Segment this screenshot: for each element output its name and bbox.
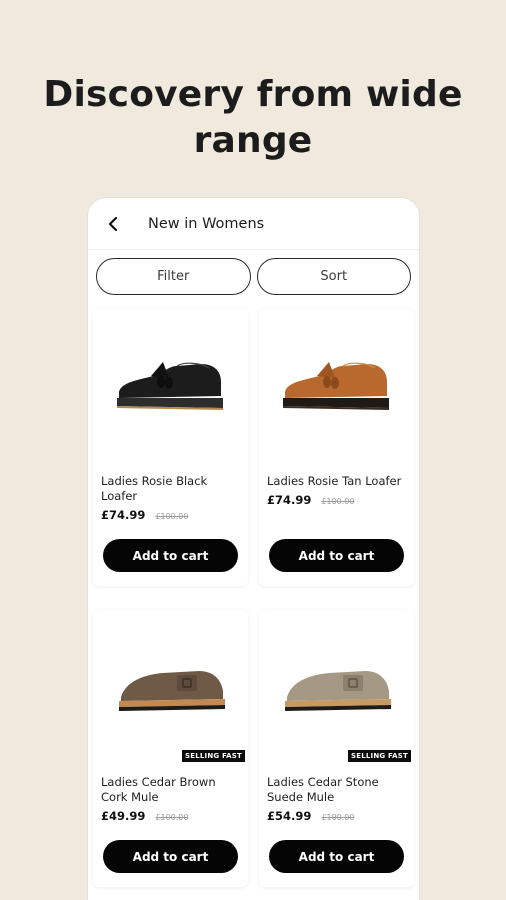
selling-fast-badge: SELLING FAST	[347, 750, 411, 762]
add-to-cart-button[interactable]: Add to cart	[269, 840, 404, 873]
product-price: £54.99	[267, 809, 312, 823]
price-row: £54.99 £100.00	[267, 809, 414, 823]
original-price: £100.00	[321, 813, 355, 822]
product-name[interactable]: Ladies Cedar Brown Cork Mule	[101, 775, 239, 805]
loafer-icon	[116, 361, 223, 410]
product-name[interactable]: Ladies Rosie Tan Loafer	[267, 474, 405, 489]
original-price: £100.00	[321, 497, 355, 506]
sort-button[interactable]: Sort	[256, 258, 411, 295]
chevron-left-icon[interactable]	[102, 213, 124, 235]
product-grid: Ladies Rosie Black Loafer £74.99 £100.00…	[88, 295, 419, 887]
product-image[interactable]	[259, 309, 414, 464]
app-header: New in Womens	[88, 198, 419, 250]
original-price: £100.00	[155, 512, 189, 521]
product-price: £49.99	[101, 809, 146, 823]
price-row: £74.99 £100.00	[101, 508, 248, 522]
price-row: £74.99 £100.00	[267, 493, 414, 507]
product-price: £74.99	[101, 508, 146, 522]
product-card[interactable]: Ladies Rosie Black Loafer £74.99 £100.00…	[93, 309, 248, 586]
filter-button[interactable]: Filter	[96, 258, 251, 295]
product-card[interactable]: SELLING FAST Ladies Cedar Brown Cork Mul…	[93, 610, 248, 887]
product-card[interactable]: SELLING FAST Ladies Cedar Stone Suede Mu…	[259, 610, 414, 887]
selling-fast-badge: SELLING FAST	[181, 750, 245, 762]
product-image[interactable]: SELLING FAST	[259, 610, 414, 765]
product-name[interactable]: Ladies Cedar Stone Suede Mule	[267, 775, 405, 805]
product-price: £74.99	[267, 493, 312, 507]
filter-sort-bar: Filter Sort	[88, 250, 419, 295]
page-title: New in Womens	[148, 215, 265, 232]
add-to-cart-button[interactable]: Add to cart	[103, 840, 238, 873]
product-image[interactable]: SELLING FAST	[93, 610, 248, 765]
mule-icon	[118, 670, 225, 711]
product-image[interactable]	[93, 309, 248, 464]
product-card[interactable]: Ladies Rosie Tan Loafer £74.99 £100.00 A…	[259, 309, 414, 586]
product-name[interactable]: Ladies Rosie Black Loafer	[101, 474, 239, 504]
original-price: £100.00	[155, 813, 189, 822]
mule-icon	[284, 670, 391, 711]
add-to-cart-button[interactable]: Add to cart	[269, 539, 404, 572]
page-headline: Discovery from wide range	[43, 74, 463, 161]
add-to-cart-button[interactable]: Add to cart	[103, 539, 238, 572]
loafer-icon	[282, 361, 389, 410]
price-row: £49.99 £100.00	[101, 809, 248, 823]
phone-frame: New in Womens Filter Sort Ladies Rosie B…	[88, 198, 419, 900]
